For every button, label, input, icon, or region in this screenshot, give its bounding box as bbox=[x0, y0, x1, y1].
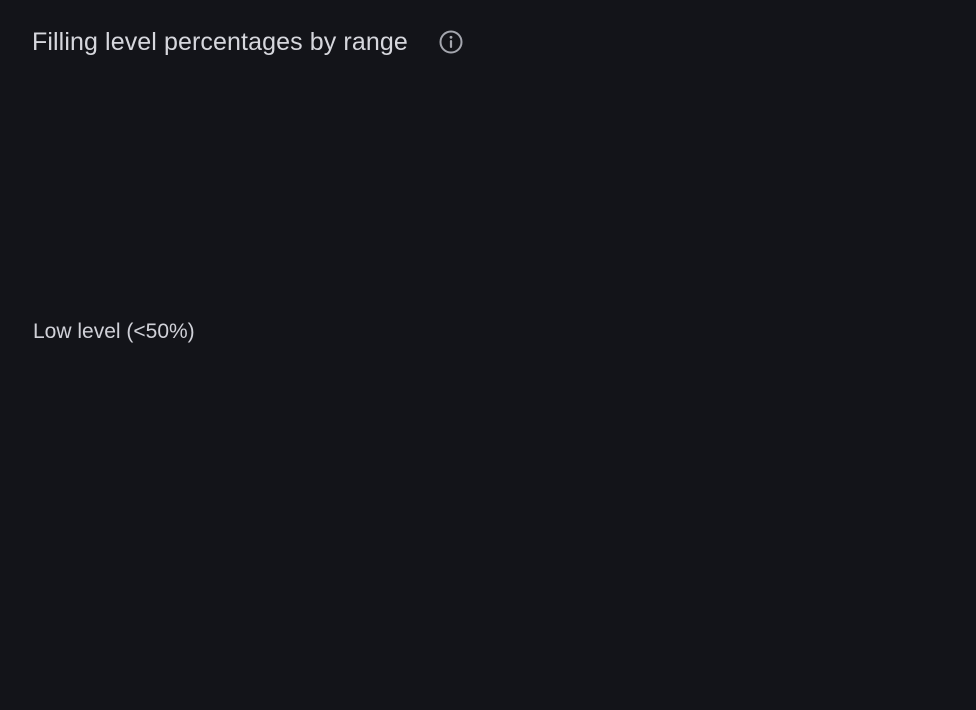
dashboard-panel: Filling level percentages by range Low l… bbox=[0, 0, 976, 710]
panel-body: Low level (<50%) bbox=[0, 76, 976, 710]
info-icon[interactable] bbox=[438, 29, 464, 55]
panel-header: Filling level percentages by range bbox=[32, 24, 464, 60]
panel-title: Filling level percentages by range bbox=[32, 28, 408, 56]
range-label-low-level: Low level (<50%) bbox=[33, 320, 195, 343]
